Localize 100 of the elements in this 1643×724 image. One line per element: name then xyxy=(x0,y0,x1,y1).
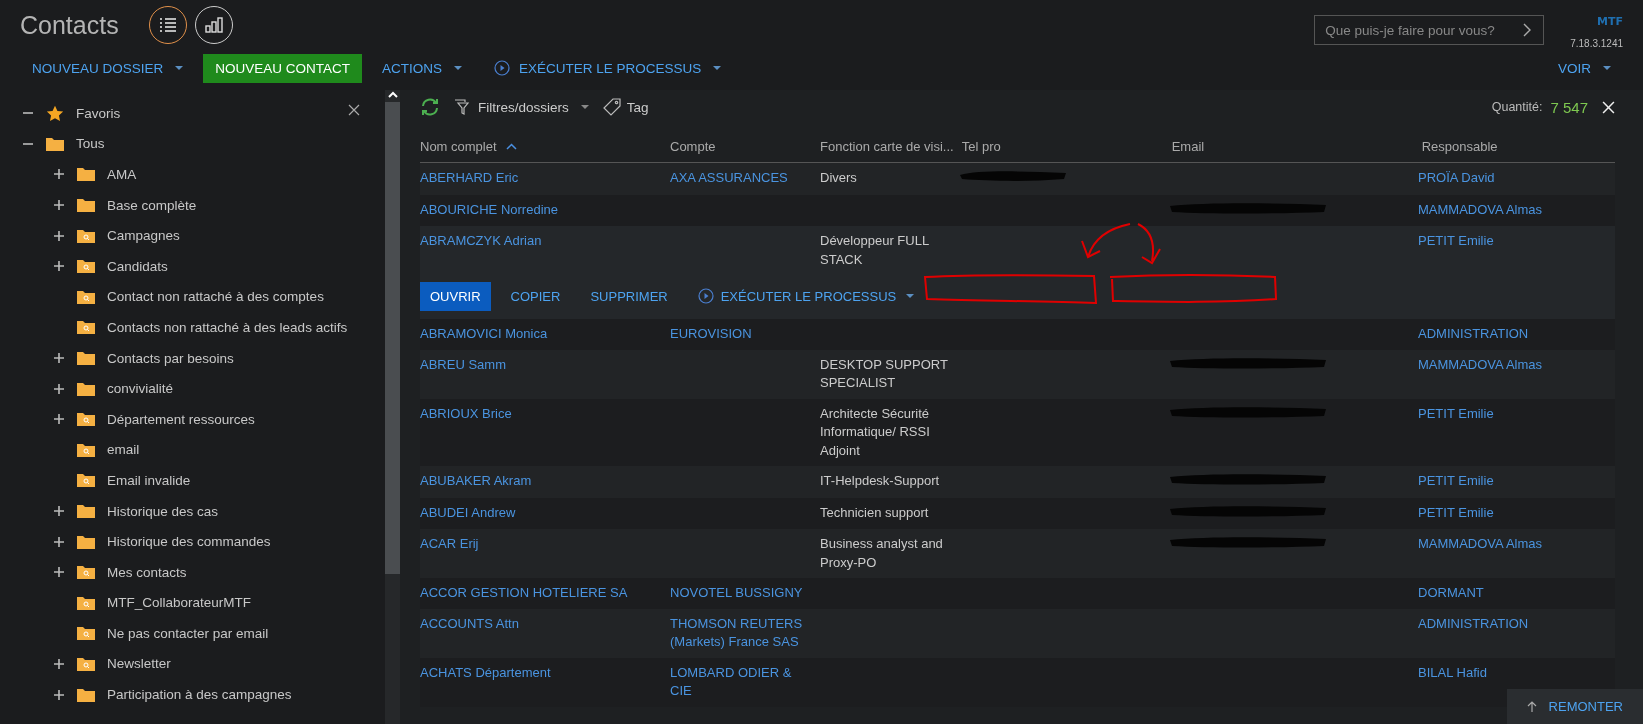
quantity-value: 7 547 xyxy=(1550,98,1588,116)
contact-name-link[interactable]: ABUBAKER Akram xyxy=(420,472,660,491)
tree-item[interactable]: Mes contacts xyxy=(0,556,385,588)
account-link[interactable]: NOVOTEL BUSSIGNY xyxy=(670,584,810,603)
tree-item[interactable]: Tous xyxy=(0,128,385,160)
chevron-right-icon[interactable] xyxy=(1522,22,1533,38)
tree-item[interactable]: AMA xyxy=(0,159,385,190)
tree-item[interactable]: Historique des commandes xyxy=(0,526,385,557)
table-row[interactable]: ABUBAKER Akram IT-Helpdesk-Support PETIT Emilie xyxy=(420,466,1615,498)
tree-item[interactable]: Favoris xyxy=(0,98,385,129)
account-link[interactable]: THOMSON REUTERS (Markets) France SAS xyxy=(670,614,810,652)
owner-link[interactable]: MAMMADOVA Almas xyxy=(1418,200,1605,219)
contact-name-link[interactable]: ABERHARD Eric xyxy=(420,169,660,188)
column-header[interactable]: Compte xyxy=(670,138,820,154)
contact-name-link[interactable]: ACCOUNTS Attn xyxy=(420,614,660,633)
menu-button[interactable]: NOUVEAU DOSSIER xyxy=(20,53,196,83)
column-header[interactable]: Fonction carte de visi... xyxy=(820,138,962,154)
scroll-up-icon[interactable] xyxy=(386,90,399,100)
run-process-button[interactable]: EXÉCUTER LE PROCESSUS xyxy=(482,53,734,83)
expand-icon[interactable] xyxy=(53,260,65,273)
new-contact-button[interactable]: NOUVEAU CONTACT xyxy=(203,53,363,83)
tree-item[interactable]: Ne pas contacter par email xyxy=(0,618,385,649)
table-row[interactable]: ACCOUNTS Attn THOMSON REUTERS (Markets) France SAS ADMINISTRATION xyxy=(420,608,1615,658)
column-header[interactable]: Nom complet xyxy=(420,138,670,154)
expand-icon[interactable] xyxy=(53,688,65,701)
tree-item[interactable]: Historique des cas xyxy=(0,495,385,527)
contact-name-link[interactable]: ABRAMOVICI Monica xyxy=(420,325,660,344)
contact-name-link[interactable]: ABUDEI Andrew xyxy=(420,503,660,522)
contact-name-link[interactable]: ABRAMCZYK Adrian xyxy=(420,232,660,251)
contact-name-link[interactable]: ABRIOUX Brice xyxy=(420,404,660,423)
refresh-icon[interactable] xyxy=(420,98,440,116)
tree-item[interactable]: Participation à des campagnes xyxy=(0,679,385,710)
tree-item[interactable]: Candidats xyxy=(0,250,385,282)
table-row[interactable]: ACAR Erij Business analyst and Proxy-PO MAMMADOVA Almas xyxy=(420,529,1615,578)
search-folder-icon xyxy=(77,442,95,457)
row-action-button[interactable]: SUPPRIMER xyxy=(580,281,678,311)
tree-item[interactable]: Email invalide xyxy=(0,465,385,496)
tree-item[interactable]: Newsletter xyxy=(0,648,385,680)
expand-icon[interactable] xyxy=(53,535,65,548)
search-folder-icon xyxy=(77,412,95,427)
expand-icon[interactable] xyxy=(53,505,65,517)
search-folder-icon xyxy=(77,626,95,641)
table-row[interactable]: ABRAMCZYK Adrian Développeur FULL STACK PETIT Emilie xyxy=(420,226,1615,277)
menu-button[interactable]: ACTIONS xyxy=(370,53,475,83)
owner-link[interactable]: BILAL Hafid xyxy=(1418,663,1605,682)
close-icon[interactable] xyxy=(348,104,360,116)
tree-item[interactable]: Base complète xyxy=(0,189,385,221)
tree-item[interactable]: Contacts non rattaché à des leads actifs xyxy=(0,312,385,343)
owner-link[interactable]: PETIT Emilie xyxy=(1418,404,1605,423)
tree-item[interactable]: convivialité xyxy=(0,373,385,404)
account-link[interactable]: AXA ASSURANCES xyxy=(670,169,810,188)
table-row[interactable]: ABERHARD Eric AXA ASSURANCES Divers PROÏA David xyxy=(420,163,1615,195)
search-folder-icon xyxy=(77,595,95,610)
tag-button[interactable]: Tag xyxy=(602,98,649,116)
table-cell-text: Technicien support xyxy=(820,503,930,522)
search-folder-icon xyxy=(77,473,95,488)
expand-icon[interactable] xyxy=(53,168,65,181)
account-link[interactable]: EUROVISION xyxy=(670,325,810,344)
view-menu-button[interactable]: VOIR xyxy=(1546,53,1623,83)
owner-link[interactable]: PETIT Emilie xyxy=(1418,232,1605,251)
account-link[interactable]: LOMBARD ODIER & CIE xyxy=(670,663,810,701)
tree-item[interactable]: Campagnes xyxy=(0,220,385,251)
search-field[interactable]: Que puis-je faire pour vous? xyxy=(1314,15,1545,45)
contact-name-link[interactable]: ABREU Samm xyxy=(420,355,660,374)
owner-link[interactable]: DORMANT xyxy=(1418,584,1605,603)
filters-button[interactable]: Filtres/dossiers xyxy=(454,98,589,116)
list-icon xyxy=(158,17,177,33)
run-process-button[interactable]: EXÉCUTER LE PROCESSUS xyxy=(687,281,925,311)
owner-link[interactable]: ADMINISTRATION xyxy=(1418,325,1605,344)
tree-item[interactable]: Contacts par besoins xyxy=(0,342,385,374)
column-header[interactable]: Email xyxy=(1171,138,1422,154)
column-header[interactable]: Responsable xyxy=(1421,138,1615,154)
scrollbar-thumb[interactable] xyxy=(385,102,400,574)
expand-icon[interactable] xyxy=(53,382,65,395)
scroll-top-button[interactable]: REMONTER xyxy=(1506,689,1643,724)
expand-icon[interactable] xyxy=(53,566,65,579)
tree-item[interactable]: Contact non rattaché à des comptes xyxy=(0,281,385,313)
owner-link[interactable]: MAMMADOVA Almas xyxy=(1418,535,1605,554)
expand-icon[interactable] xyxy=(53,199,65,212)
contact-name-link[interactable]: ACCOR GESTION HOTELIERE SA xyxy=(420,584,660,603)
contact-name-link[interactable]: ACAR Erij xyxy=(420,535,660,554)
contact-name-link[interactable]: ABOURICHE Norredine xyxy=(420,200,660,219)
column-header[interactable]: Tel pro xyxy=(961,138,1172,154)
expand-icon[interactable] xyxy=(53,658,65,670)
expand-icon[interactable] xyxy=(53,229,65,242)
owner-link[interactable]: ADMINISTRATION xyxy=(1418,614,1605,633)
owner-link[interactable]: PROÏA David xyxy=(1418,169,1605,188)
contact-name-link[interactable]: ACHATS Département xyxy=(420,663,660,682)
tree-item[interactable]: MTF_CollaborateurMTF xyxy=(0,587,385,619)
expand-icon[interactable] xyxy=(53,352,65,365)
owner-link[interactable]: PETIT Emilie xyxy=(1418,472,1605,491)
tree-item[interactable]: email xyxy=(0,434,385,466)
row-action-button[interactable]: COPIER xyxy=(500,281,571,311)
table-row[interactable]: ABREU Samm DESKTOP SUPPORT SPECIALIST MAMMADOVA Almas xyxy=(420,349,1615,399)
expand-icon[interactable] xyxy=(53,413,65,426)
tree-item[interactable]: Département ressources xyxy=(0,403,385,435)
folder-icon xyxy=(77,351,95,366)
owner-link[interactable]: MAMMADOVA Almas xyxy=(1418,355,1605,374)
owner-link[interactable]: PETIT Emilie xyxy=(1418,503,1605,522)
open-button[interactable]: OUVRIR xyxy=(420,281,491,311)
